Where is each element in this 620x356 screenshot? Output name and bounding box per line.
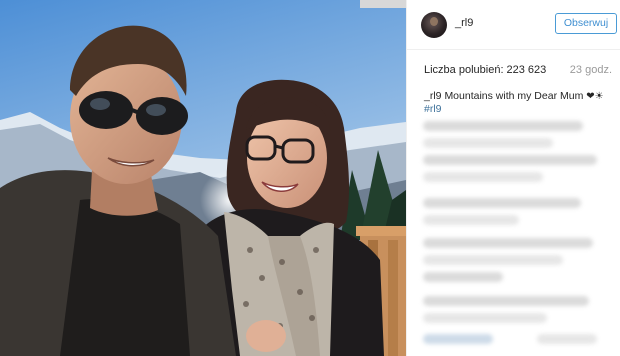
comment-blur [423, 255, 563, 265]
caption-hashtag[interactable]: #rl9 [424, 103, 614, 116]
comment-blur [423, 198, 581, 208]
comment-blur [423, 313, 547, 323]
post-photo[interactable] [0, 0, 406, 356]
comment-blur [423, 138, 553, 148]
likes-summary: Liczba polubień: 223 623 [424, 64, 546, 76]
comment-blur [423, 155, 597, 165]
comment-blur [423, 238, 593, 248]
caption-username[interactable]: _rl9 [424, 90, 442, 102]
avatar[interactable] [421, 12, 447, 38]
post-sidebar: _rl9 Obserwuj Liczba polubień: 223 623 23… [406, 0, 620, 356]
comment-blur [423, 272, 503, 282]
post-header: _rl9 Obserwuj [407, 0, 620, 50]
comment-blur [423, 121, 583, 131]
post-caption: _rl9 Mountains with my Dear Mum ❤☀ #rl9 [424, 90, 614, 116]
comment-blur [537, 334, 597, 344]
post-timestamp[interactable]: 23 godz. [570, 64, 612, 76]
comment-blur [423, 334, 493, 344]
likes-count[interactable]: 223 623 [507, 64, 547, 76]
comment-blur [423, 172, 543, 182]
comment-blur [423, 215, 519, 225]
caption-text: Mountains with my Dear Mum [444, 90, 584, 102]
instagram-post: _rl9 Obserwuj Liczba polubień: 223 623 23… [0, 0, 620, 356]
caption-emoji: ❤☀ [586, 91, 604, 102]
follow-button[interactable]: Obserwuj [555, 13, 617, 34]
username-link[interactable]: _rl9 [455, 17, 473, 29]
likes-label: Liczba polubień: [424, 64, 504, 76]
comment-blur [423, 296, 589, 306]
